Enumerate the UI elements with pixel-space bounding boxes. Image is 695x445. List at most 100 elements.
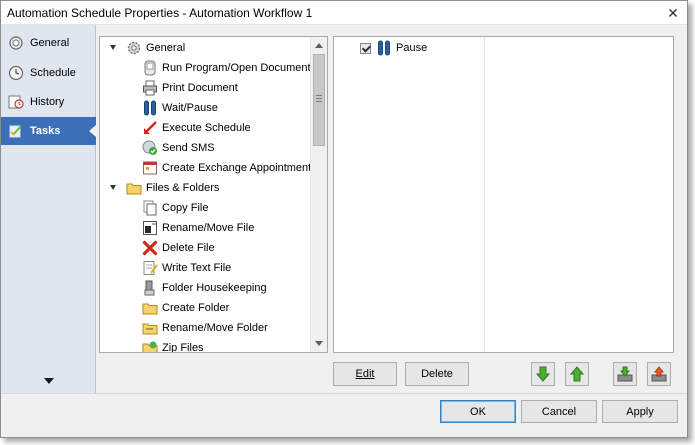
tree-item[interactable]: Create Folder [142, 298, 229, 318]
delete-button[interactable]: Delete [405, 362, 469, 386]
sidebar-item-tasks[interactable]: Tasks [1, 117, 96, 145]
grip-line [316, 101, 322, 102]
selected-task-label: Pause [396, 42, 428, 54]
tree-item-label: Write Text File [162, 262, 232, 274]
tree-item[interactable]: Print Document [142, 78, 238, 98]
window-title: Automation Schedule Properties - Automat… [7, 6, 313, 20]
tree-item[interactable]: Send SMS [142, 138, 215, 158]
arrow-up-icon [569, 366, 585, 382]
apply-button[interactable]: Apply [602, 400, 678, 423]
tree-item[interactable]: Delete File [142, 238, 215, 258]
folder-icon [126, 183, 142, 195]
tree-item[interactable]: Copy File [142, 198, 208, 218]
create-folder-icon [142, 303, 158, 315]
cancel-button[interactable]: Cancel [521, 400, 597, 423]
scroll-down-icon[interactable] [315, 341, 323, 346]
tree-item[interactable]: Rename/Move File [142, 218, 254, 238]
scroll-thumb[interactable] [313, 54, 325, 146]
import-icon [617, 366, 633, 382]
ok-button[interactable]: OK [440, 400, 516, 423]
tree-group-files-folders[interactable]: Files & Folders [126, 178, 219, 198]
tree-item-label: Create Folder [162, 302, 230, 314]
tree-group-label: General [146, 42, 186, 54]
move-up-button[interactable] [565, 362, 589, 386]
write-text-icon [143, 261, 158, 275]
tree-item[interactable]: Folder Housekeeping [142, 278, 267, 298]
sidebar-item-label: Schedule [30, 67, 76, 79]
column-divider [484, 37, 485, 352]
tree-item-label: Zip Files [162, 342, 204, 353]
tree-item-label: Execute Schedule [162, 122, 251, 134]
sidebar-item-history[interactable]: History [1, 88, 96, 116]
sidebar-item-general[interactable]: General [1, 29, 96, 57]
history-icon [8, 95, 24, 109]
active-indicator [89, 125, 96, 137]
arrow-down-icon [535, 366, 551, 382]
tree-item[interactable]: Zip Files [142, 338, 204, 353]
import-task-button[interactable] [613, 362, 637, 386]
copy-file-icon [143, 200, 157, 216]
selected-tasks-list[interactable]: Pause [333, 36, 674, 353]
tree-item[interactable]: Run Program/Open Document [142, 58, 311, 78]
edit-button-label: Edit [355, 368, 375, 380]
apply-button-label: Apply [626, 405, 654, 418]
tree-item-label: Print Document [162, 82, 238, 94]
pause-icon [144, 100, 156, 116]
run-program-icon [144, 60, 156, 76]
tree-item-label: Rename/Move Folder [162, 322, 268, 334]
printer-icon [143, 80, 157, 96]
tree-item-label: Send SMS [162, 142, 215, 154]
gear-icon [127, 41, 141, 55]
task-library-tree[interactable]: General Run Program/Open Document Print … [99, 36, 328, 353]
move-down-button[interactable] [531, 362, 555, 386]
delete-button-label: Delete [421, 368, 453, 380]
execute-arrow-icon [144, 121, 157, 134]
tasks-icon [9, 125, 22, 138]
sidebar: General Schedule History Tasks [1, 25, 96, 393]
tree-item[interactable]: Rename/Move Folder [142, 318, 268, 338]
collapse-arrow-icon[interactable] [110, 185, 116, 190]
delete-x-icon [142, 240, 158, 256]
tree-item-label: Delete File [162, 242, 215, 254]
tree-item-label: Run Program/Open Document [162, 62, 311, 74]
sidebar-item-schedule[interactable]: Schedule [1, 59, 96, 87]
sidebar-item-label: History [30, 96, 65, 108]
sidebar-scroll-down-icon[interactable] [44, 378, 54, 384]
tree-item-label: Create Exchange Appointment [162, 162, 312, 174]
close-button[interactable]: ✕ [665, 5, 681, 21]
ok-button-label: OK [470, 405, 486, 418]
collapse-arrow-icon[interactable] [110, 45, 116, 50]
title-bar: Automation Schedule Properties - Automat… [1, 1, 687, 25]
footer-divider [1, 393, 687, 394]
tree-item-label: Copy File [162, 202, 209, 214]
export-task-button[interactable] [647, 362, 671, 386]
export-icon [651, 366, 667, 382]
tree-item[interactable]: Execute Schedule [142, 118, 251, 138]
tree-item-label: Folder Housekeeping [162, 282, 267, 294]
properties-dialog: Automation Schedule Properties - Automat… [0, 0, 688, 438]
tree-item[interactable]: Create Exchange Appointment [142, 158, 311, 178]
general-icon [9, 36, 23, 50]
task-enabled-checkbox[interactable] [360, 42, 371, 54]
sms-icon [142, 140, 157, 155]
tree-group-general[interactable]: General [126, 38, 185, 58]
tree-item-label: Rename/Move File [162, 222, 255, 234]
sidebar-item-label: General [30, 37, 70, 49]
tree-item[interactable]: Write Text File [142, 258, 231, 278]
selected-task-row[interactable]: Pause [360, 40, 427, 56]
clock-icon [8, 65, 24, 81]
cancel-button-label: Cancel [541, 405, 577, 418]
scroll-up-icon[interactable] [315, 43, 323, 48]
grip-line [316, 98, 322, 99]
sidebar-item-label: Tasks [30, 125, 61, 137]
tree-item-label: Wait/Pause [162, 102, 218, 114]
rename-folder-icon [142, 323, 158, 335]
housekeeping-icon [144, 280, 155, 296]
edit-button[interactable]: Edit [333, 362, 397, 386]
rename-file-icon [143, 221, 157, 235]
grip-line [316, 95, 322, 96]
tree-item[interactable]: Wait/Pause [142, 98, 218, 118]
tree-group-label: Files & Folders [146, 182, 220, 194]
tree-scrollbar[interactable] [310, 37, 327, 352]
zip-icon [142, 341, 158, 352]
